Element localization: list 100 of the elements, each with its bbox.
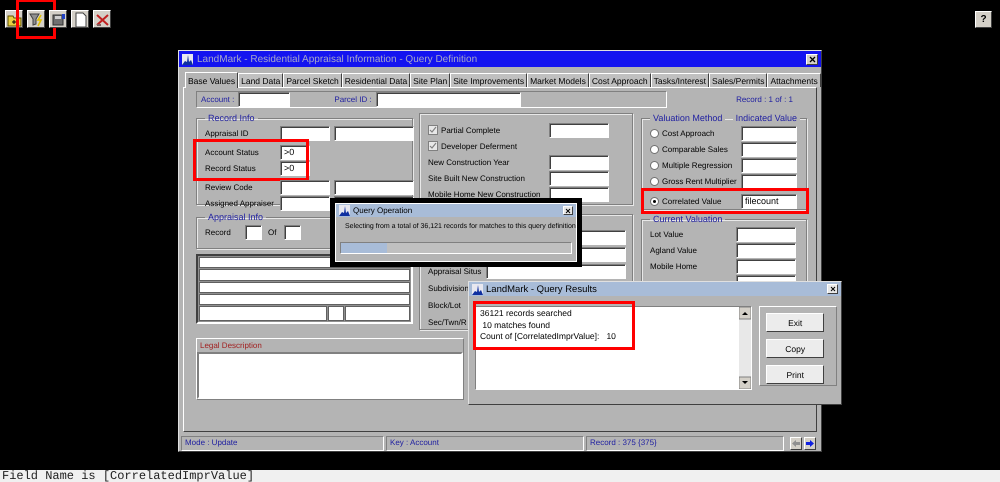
tab[interactable]: Residential Data bbox=[342, 73, 410, 87]
next-button[interactable] bbox=[804, 437, 816, 450]
tab[interactable]: Attachments bbox=[767, 73, 821, 87]
tab[interactable]: Market Models bbox=[527, 73, 589, 87]
column-title: Indicated Value bbox=[732, 113, 800, 123]
help-button[interactable]: ? bbox=[975, 10, 992, 28]
input-field[interactable]: >0 bbox=[280, 160, 310, 176]
radio-button[interactable] bbox=[650, 128, 659, 138]
dialog-button[interactable]: Copy bbox=[766, 339, 824, 358]
close-icon bbox=[808, 56, 816, 62]
input-field[interactable] bbox=[334, 126, 414, 140]
left-arrow-icon bbox=[792, 440, 800, 447]
field-label: Sec/Twn/R bbox=[428, 318, 467, 327]
input-field[interactable]: filecount bbox=[741, 194, 797, 208]
tab[interactable]: Base Values bbox=[185, 72, 238, 88]
field-label: Appraisal Situs bbox=[428, 267, 482, 276]
tab[interactable]: Land Data bbox=[238, 73, 284, 87]
result-line: 10 matches found bbox=[481, 320, 551, 331]
group-title: Record Info bbox=[207, 113, 256, 123]
field-label: Of bbox=[268, 228, 276, 236]
toolbar-button[interactable] bbox=[49, 10, 67, 28]
input-field[interactable] bbox=[280, 126, 330, 140]
tab[interactable]: Parcel Sketch bbox=[283, 73, 342, 87]
radio-button[interactable] bbox=[650, 196, 659, 206]
cross-icon bbox=[94, 12, 110, 26]
input-field[interactable]: >0 bbox=[280, 144, 310, 160]
input-field[interactable] bbox=[345, 306, 410, 321]
hint-bar-text: Field Name is [CorrelatedImprValue] bbox=[0, 470, 1000, 482]
input-field[interactable] bbox=[199, 282, 410, 293]
input-field[interactable] bbox=[741, 174, 797, 188]
field-label: Record Status bbox=[205, 164, 257, 172]
toolbar-button[interactable] bbox=[93, 10, 111, 28]
page-icon bbox=[72, 12, 88, 26]
app-icon bbox=[472, 284, 483, 294]
close-button[interactable] bbox=[806, 54, 818, 64]
input-field[interactable] bbox=[328, 306, 344, 321]
field-label: Partial Complete bbox=[441, 126, 502, 134]
field-label: Review Code bbox=[205, 182, 254, 192]
checkbox[interactable] bbox=[428, 125, 438, 135]
input-field[interactable] bbox=[238, 92, 290, 107]
group-title: Valuation Method bbox=[650, 113, 726, 123]
dialog-button[interactable]: Print bbox=[766, 365, 824, 384]
checkbox[interactable] bbox=[428, 141, 438, 151]
app-icon bbox=[339, 205, 350, 216]
input-field[interactable] bbox=[549, 154, 609, 170]
radio-button[interactable] bbox=[650, 144, 659, 154]
input-field[interactable] bbox=[736, 226, 796, 242]
toolbar-button[interactable] bbox=[71, 10, 89, 28]
right-arrow-icon bbox=[806, 440, 814, 447]
input-field[interactable] bbox=[736, 242, 796, 258]
field-label: Account Status bbox=[205, 148, 260, 156]
funnel-icon bbox=[28, 12, 44, 26]
input-field[interactable] bbox=[741, 142, 797, 156]
tab[interactable]: Cost Approach bbox=[588, 73, 651, 87]
dialog-button[interactable]: Exit bbox=[766, 313, 824, 332]
field-label: Appraisal ID bbox=[205, 128, 250, 138]
input-field[interactable] bbox=[741, 158, 797, 172]
input-field[interactable] bbox=[549, 122, 609, 138]
field-label: Subdivision bbox=[428, 284, 469, 293]
tab[interactable]: Tasks/Interest bbox=[650, 73, 710, 87]
tab[interactable]: Sales/Permits bbox=[709, 73, 768, 87]
input-field[interactable] bbox=[280, 196, 330, 210]
group-title: Current Valuation bbox=[652, 214, 724, 224]
toolbar-button[interactable] bbox=[27, 10, 45, 28]
previous-button[interactable] bbox=[790, 437, 802, 450]
field-label: Agland Value bbox=[650, 246, 698, 254]
radio-button[interactable] bbox=[650, 176, 659, 186]
input-field[interactable] bbox=[245, 224, 262, 240]
input-field[interactable] bbox=[199, 294, 410, 305]
radio-button[interactable] bbox=[650, 160, 659, 170]
close-icon bbox=[830, 286, 836, 292]
app-icon bbox=[182, 54, 193, 64]
tab[interactable]: Site Improvements bbox=[450, 73, 528, 87]
input-field[interactable] bbox=[199, 306, 327, 321]
option-label: Comparable Sales bbox=[662, 144, 729, 154]
status-pane: Key : Account bbox=[386, 436, 584, 451]
toolbar-button[interactable] bbox=[5, 10, 23, 28]
field-label: Block/Lot bbox=[428, 301, 461, 310]
input-field[interactable] bbox=[334, 180, 414, 194]
close-button[interactable] bbox=[827, 284, 838, 294]
tab[interactable]: Site Plan bbox=[410, 73, 450, 87]
window-title: Query Operation bbox=[353, 206, 412, 215]
result-line: Count of [CorrelatedImprValue]: 10 bbox=[480, 331, 617, 342]
group-title: Appraisal Info bbox=[207, 212, 264, 222]
input-field[interactable] bbox=[376, 92, 521, 107]
input-field[interactable] bbox=[280, 180, 330, 194]
window-title: LandMark - Query Results bbox=[486, 284, 597, 294]
field-label: Assigned Appraiser bbox=[205, 198, 275, 208]
option-label: Gross Rent Multiplier bbox=[662, 176, 738, 186]
input-field[interactable] bbox=[736, 258, 796, 274]
close-button[interactable] bbox=[563, 206, 573, 215]
input-field[interactable] bbox=[199, 269, 410, 280]
field-label: Mobile Home bbox=[650, 262, 698, 270]
input-field[interactable] bbox=[549, 170, 609, 186]
record-position: Record : 1 of : 1 bbox=[736, 95, 793, 104]
input-field[interactable] bbox=[284, 224, 302, 240]
text-area[interactable] bbox=[197, 352, 463, 399]
input-field[interactable] bbox=[741, 126, 797, 140]
status-pane: Mode : Update bbox=[181, 436, 384, 451]
field-label: Record bbox=[205, 228, 232, 236]
